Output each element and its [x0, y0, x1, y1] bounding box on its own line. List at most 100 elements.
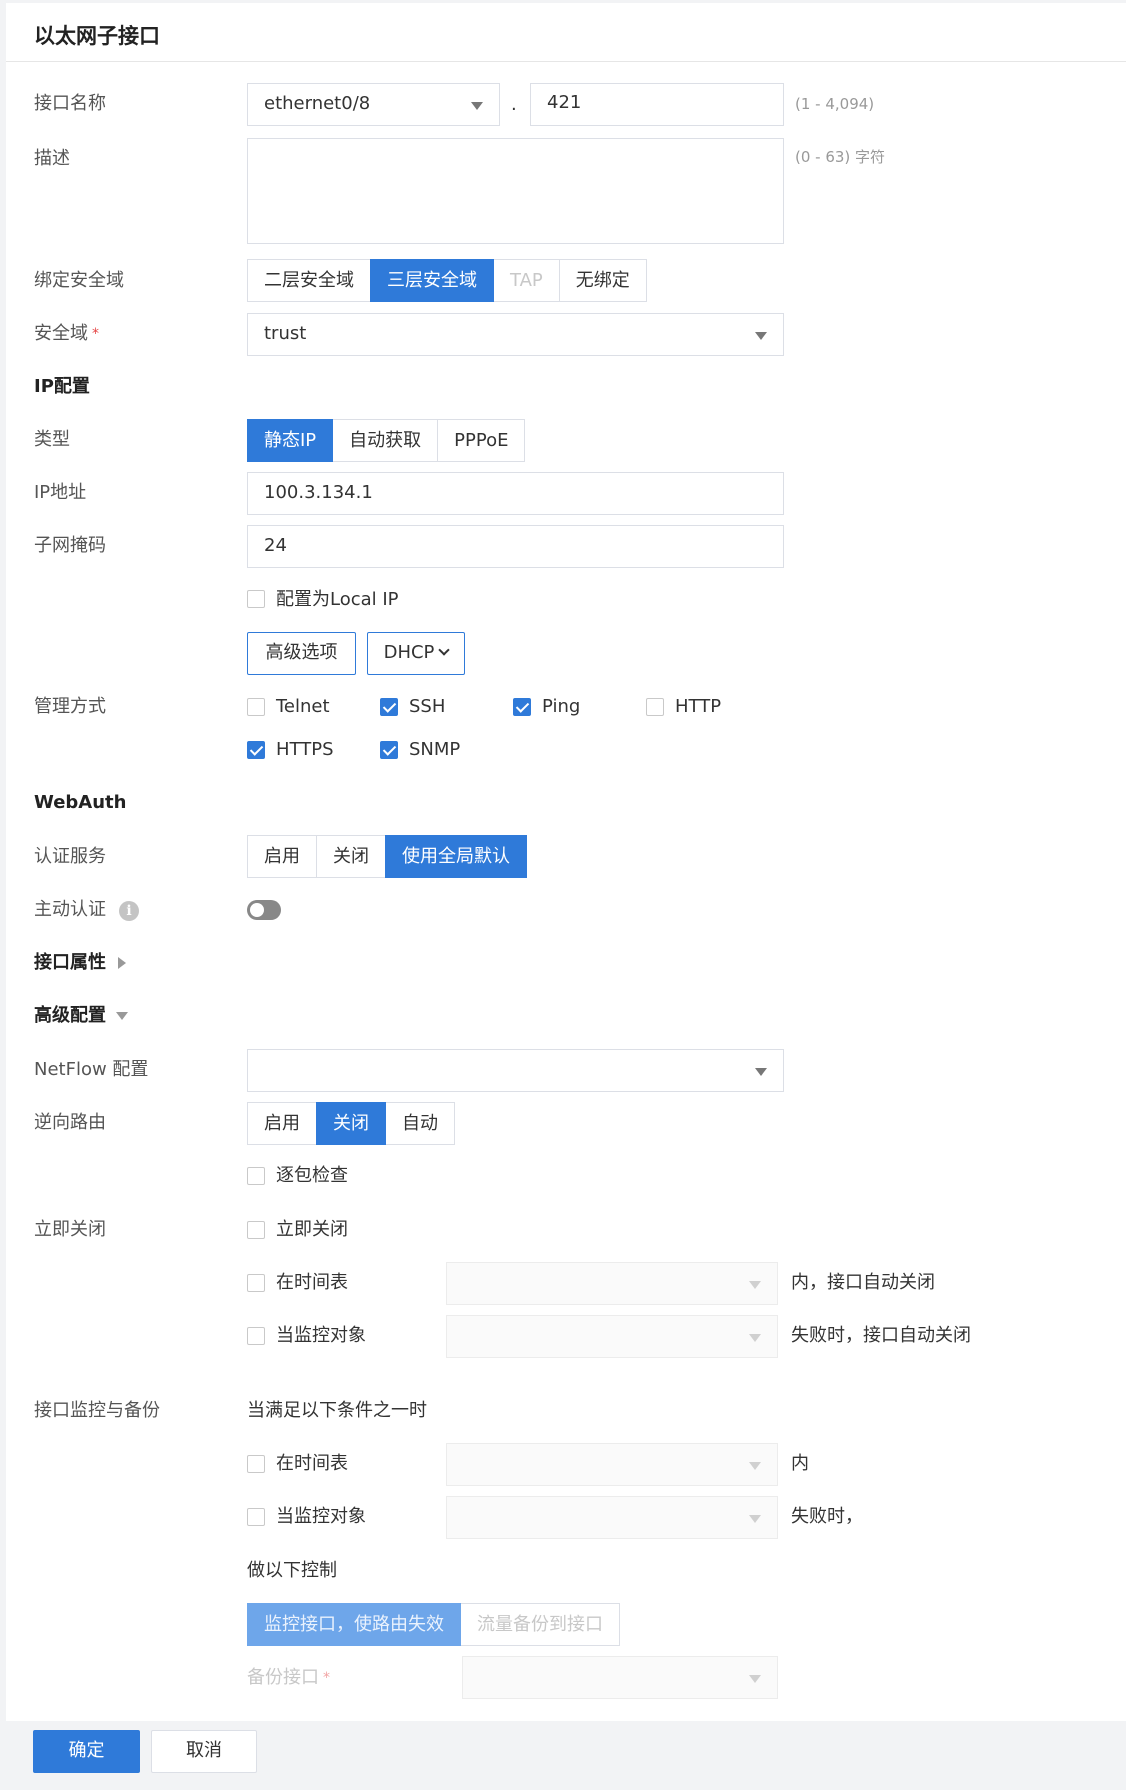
monitor-schedule-select[interactable] [446, 1443, 778, 1486]
chevron-down-icon [749, 1281, 761, 1289]
chevron-down-icon [438, 644, 451, 656]
netflow-label: NetFlow 配置 [34, 1059, 149, 1080]
auth-enable[interactable]: 启用 [247, 835, 317, 878]
ip-type-pppoe[interactable]: PPPoE [437, 419, 526, 462]
monitor-action-segmented: 监控接口，使路由失效 流量备份到接口 [247, 1603, 620, 1646]
backup-interface-select[interactable] [462, 1656, 778, 1699]
dhcp-button-label: DHCP [383, 642, 435, 663]
monitor-object-select[interactable] [446, 1496, 778, 1539]
chevron-down-icon [749, 1462, 761, 1470]
backup-interface-label-text: 备份接口 [247, 1667, 319, 1688]
advanced-options-button[interactable]: 高级选项 [247, 632, 356, 675]
http-label: HTTP [675, 696, 722, 717]
local-ip-checkbox[interactable] [247, 590, 265, 608]
netflow-select[interactable] [247, 1049, 784, 1092]
zone-select-value: trust [264, 323, 307, 344]
telnet-checkbox[interactable] [247, 698, 265, 716]
packet-check-label: 逐包检查 [276, 1165, 348, 1186]
shutdown-immediate-checkbox[interactable] [247, 1221, 265, 1239]
ssh-checkbox[interactable] [380, 698, 398, 716]
subinterface-id-input[interactable]: 421 [530, 83, 784, 126]
ip-address-label: IP地址 [34, 482, 87, 503]
shutdown-monitor-select[interactable] [446, 1315, 778, 1358]
shutdown-monitor-suffix: 失败时，接口自动关闭 [791, 1325, 971, 1346]
cancel-button[interactable]: 取消 [151, 1730, 257, 1773]
ip-address-value: 100.3.134.1 [264, 482, 373, 503]
ok-button[interactable]: 确定 [33, 1730, 140, 1773]
packet-check-checkbox[interactable] [247, 1167, 265, 1185]
monitor-object-checkbox[interactable] [247, 1508, 265, 1526]
ip-address-input[interactable]: 100.3.134.1 [247, 472, 784, 515]
telnet-label: Telnet [276, 696, 330, 717]
reverse-route-segmented: 启用 关闭 自动 [247, 1102, 455, 1145]
caret-down-icon[interactable] [116, 1012, 128, 1020]
subinterface-id-value: 421 [547, 92, 582, 113]
local-ip-label: 配置为Local IP [276, 589, 399, 610]
description-textarea[interactable] [247, 138, 784, 244]
ping-label: Ping [542, 696, 581, 717]
reverse-route-enable[interactable]: 启用 [247, 1102, 317, 1145]
ssh-label: SSH [409, 696, 446, 717]
bind-zone-l3[interactable]: 三层安全域 [370, 259, 494, 302]
monitor-backup-label: 接口监控与备份 [34, 1400, 160, 1421]
ip-config-section-title: IP配置 [34, 376, 90, 397]
shutdown-schedule-label: 在时间表 [276, 1272, 348, 1293]
auth-disable[interactable]: 关闭 [316, 835, 386, 878]
monitor-schedule-checkbox[interactable] [247, 1455, 265, 1473]
monitor-action-text: 做以下控制 [247, 1560, 337, 1581]
active-auth-toggle[interactable] [247, 900, 281, 920]
bind-zone-l2[interactable]: 二层安全域 [247, 259, 371, 302]
shutdown-monitor-checkbox[interactable] [247, 1327, 265, 1345]
monitor-schedule-label: 在时间表 [276, 1453, 348, 1474]
dhcp-button[interactable]: DHCP [367, 632, 465, 675]
auth-service-segmented: 启用 关闭 使用全局默认 [247, 835, 527, 878]
chevron-down-icon [749, 1334, 761, 1342]
management-label: 管理方式 [34, 696, 106, 717]
ip-type-dhcp[interactable]: 自动获取 [332, 419, 439, 462]
monitor-object-label: 当监控对象 [276, 1506, 366, 1527]
https-checkbox[interactable] [247, 741, 265, 759]
shutdown-label: 立即关闭 [34, 1219, 106, 1240]
required-mark: * [92, 326, 99, 342]
shutdown-schedule-checkbox[interactable] [247, 1274, 265, 1292]
monitor-condition-text: 当满足以下条件之一时 [247, 1400, 427, 1421]
http-checkbox[interactable] [646, 698, 664, 716]
description-label: 描述 [34, 148, 70, 169]
interface-separator: . [511, 94, 517, 115]
active-auth-label: 主动认证 [34, 899, 106, 920]
https-label: HTTPS [276, 739, 334, 760]
interface-props-section-title[interactable]: 接口属性 [34, 951, 106, 975]
caret-right-icon[interactable] [118, 957, 126, 969]
description-hint: (0 - 63) 字符 [795, 148, 886, 166]
reverse-route-disable[interactable]: 关闭 [316, 1102, 386, 1145]
interface-name-label: 接口名称 [34, 93, 106, 114]
subnet-mask-label: 子网掩码 [34, 535, 106, 556]
interface-select[interactable]: ethernet0/8 [247, 83, 500, 126]
action-route-invalid[interactable]: 监控接口，使路由失效 [247, 1603, 461, 1646]
dialog-panel: 以太网子接口 接口名称 ethernet0/8 . 421 (1 - 4,094… [0, 0, 1126, 1790]
ip-type-label: 类型 [34, 429, 70, 450]
ip-type-segmented: 静态IP 自动获取 PPPoE [247, 419, 526, 462]
action-traffic-backup[interactable]: 流量备份到接口 [460, 1603, 620, 1646]
required-mark: * [323, 1670, 330, 1686]
snmp-checkbox[interactable] [380, 741, 398, 759]
bind-zone-none[interactable]: 无绑定 [558, 259, 647, 302]
auth-global-default[interactable]: 使用全局默认 [385, 835, 527, 878]
reverse-route-auto[interactable]: 自动 [385, 1102, 455, 1145]
reverse-route-label: 逆向路由 [34, 1112, 106, 1133]
shutdown-immediate-label: 立即关闭 [276, 1219, 348, 1240]
ip-type-static[interactable]: 静态IP [247, 419, 334, 462]
advanced-section-title[interactable]: 高级配置 [34, 1004, 106, 1028]
dialog-header: 以太网子接口 [6, 3, 1126, 62]
subnet-mask-value: 24 [264, 535, 287, 556]
zone-label-text: 安全域 [34, 323, 88, 344]
info-icon[interactable]: i [119, 901, 139, 921]
interface-select-value: ethernet0/8 [264, 93, 371, 114]
zone-select[interactable]: trust [247, 313, 784, 356]
ping-checkbox[interactable] [513, 698, 531, 716]
chevron-down-icon [471, 102, 483, 110]
shutdown-schedule-select[interactable] [446, 1262, 778, 1305]
shutdown-schedule-suffix: 内，接口自动关闭 [791, 1272, 935, 1293]
subnet-mask-input[interactable]: 24 [247, 525, 784, 568]
bind-zone-tap[interactable]: TAP [493, 259, 560, 302]
